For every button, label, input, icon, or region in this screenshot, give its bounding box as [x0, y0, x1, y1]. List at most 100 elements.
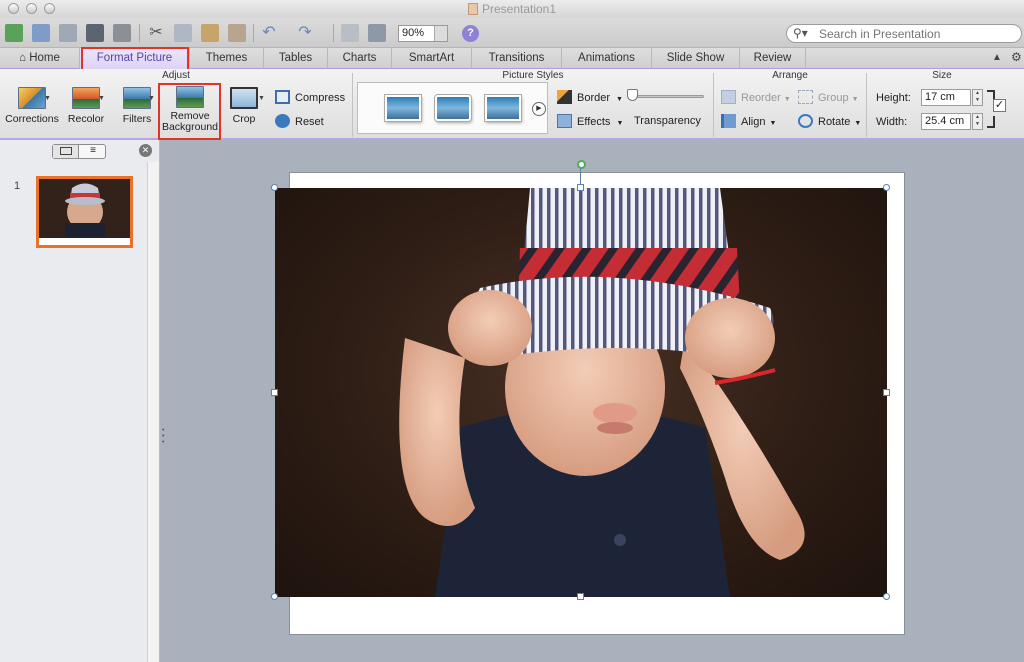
resize-handle-top[interactable] — [577, 184, 584, 191]
ribbon-options-icon[interactable]: ⚙ — [1011, 50, 1022, 64]
copy-icon[interactable] — [174, 24, 192, 42]
corrections-icon — [18, 87, 46, 109]
arrange-group-title: Arrange — [772, 70, 808, 81]
paste-icon[interactable] — [201, 24, 219, 42]
recolor-button[interactable]: Recolor — [62, 87, 110, 125]
align-button[interactable]: Align ▼ — [721, 114, 776, 128]
picture-style-1[interactable] — [385, 95, 421, 121]
print-icon[interactable] — [113, 24, 131, 42]
selected-picture[interactable] — [275, 188, 887, 597]
format-picture-highlight — [81, 47, 189, 71]
border-button[interactable]: Border ▼ — [557, 90, 623, 104]
resize-handle-bottom-right[interactable] — [883, 593, 890, 600]
effects-icon — [557, 114, 572, 128]
slides-panel-scrollbar[interactable] — [147, 162, 159, 662]
tab-themes[interactable]: Themes — [190, 48, 264, 69]
picture-style-3[interactable] — [485, 95, 521, 121]
tab-themes-label: Themes — [205, 52, 248, 64]
filters-button[interactable]: Filters — [114, 87, 160, 125]
recolor-dropdown-icon[interactable]: ▼ — [98, 95, 105, 102]
redo-icon[interactable]: ↷ — [296, 24, 314, 42]
resize-handle-bottom-left[interactable] — [271, 593, 278, 600]
tab-animations[interactable]: Animations — [562, 48, 652, 69]
filters-dropdown-icon[interactable]: ▼ — [148, 95, 155, 102]
transparency-slider[interactable] — [632, 95, 704, 98]
transparency-slider-handle[interactable] — [627, 89, 638, 101]
slide-thumbnail-image — [39, 179, 130, 238]
border-label: Border — [577, 92, 611, 104]
crop-button[interactable]: Crop — [224, 87, 264, 125]
tab-charts[interactable]: Charts — [328, 48, 392, 69]
format-painter-icon[interactable] — [228, 24, 246, 42]
panel-resize-handle[interactable]: • • • — [162, 427, 166, 446]
resize-handle-top-left[interactable] — [271, 184, 278, 191]
help-icon[interactable]: ? — [462, 25, 479, 42]
media-browser-icon[interactable] — [368, 24, 386, 42]
tab-home[interactable]: ⌂ Home — [0, 48, 80, 69]
tab-smartart[interactable]: SmartArt — [392, 48, 472, 69]
outline-view-icon: ≡ — [90, 145, 96, 156]
resize-handle-left[interactable] — [271, 389, 278, 396]
slide-view-icon[interactable] — [341, 24, 359, 42]
height-stepper[interactable]: ▲ ▼ — [972, 89, 983, 106]
tab-tables[interactable]: Tables — [264, 48, 328, 69]
reset-button[interactable]: Reset — [275, 114, 324, 128]
remove-background-highlight — [158, 83, 221, 140]
picture-style-2[interactable] — [435, 95, 471, 121]
zoom-dropdown-icon[interactable] — [434, 26, 447, 41]
corrections-button[interactable]: Corrections — [4, 87, 60, 125]
group-separator — [866, 73, 867, 137]
height-field[interactable]: 17 cm — [921, 89, 971, 106]
lock-aspect-ratio-checkbox[interactable]: ✓ — [993, 99, 1006, 112]
align-icon — [721, 114, 736, 128]
reorder-label: Reorder — [741, 92, 781, 104]
reorder-button[interactable]: Reorder ▼ — [721, 90, 791, 104]
search-box[interactable]: ⚲▾ — [786, 24, 1022, 43]
align-dropdown-icon: ▼ — [769, 120, 777, 127]
group-button[interactable]: Group ▼ — [798, 90, 859, 104]
resize-handle-bottom[interactable] — [577, 593, 584, 600]
save-icon[interactable] — [86, 24, 104, 42]
crop-dropdown-icon[interactable]: ▼ — [258, 95, 265, 102]
height-label: Height: — [876, 92, 911, 104]
group-icon — [798, 90, 813, 104]
open-icon[interactable] — [59, 24, 77, 42]
compress-button[interactable]: Compress — [275, 90, 345, 104]
templates-icon[interactable] — [32, 24, 50, 42]
border-dropdown-icon: ▼ — [616, 96, 623, 103]
aspect-chain-bottom-icon — [987, 116, 995, 128]
tab-transitions[interactable]: Transitions — [472, 48, 562, 69]
corrections-dropdown-icon[interactable]: ▼ — [44, 95, 51, 102]
view-toggle: ≡ — [52, 144, 106, 159]
collapse-ribbon-icon[interactable]: ▲ — [992, 52, 1002, 63]
standard-toolbar: ✂ ↶ ↷ 90% ? ⚲▾ — [0, 18, 1024, 48]
resize-handle-top-right[interactable] — [883, 184, 890, 191]
tab-smartart-label: SmartArt — [408, 52, 455, 64]
cut-icon[interactable]: ✂ — [147, 24, 165, 42]
effects-dropdown-icon: ▼ — [616, 120, 624, 127]
new-presentation-icon[interactable] — [5, 24, 23, 42]
tab-review[interactable]: Review — [740, 48, 806, 69]
zoom-value: 90% — [402, 27, 425, 39]
toolbar-separator — [253, 24, 254, 42]
resize-handle-right[interactable] — [883, 389, 890, 396]
close-panel-icon[interactable]: ✕ — [139, 144, 152, 157]
undo-icon[interactable]: ↶ — [260, 24, 278, 42]
outline-view-button[interactable]: ≡ — [80, 145, 106, 158]
width-stepper[interactable]: ▲ ▼ — [972, 113, 983, 130]
rotate-button[interactable]: Rotate ▼ — [798, 114, 861, 128]
tab-slide-show[interactable]: Slide Show — [652, 48, 740, 69]
slides-view-button[interactable] — [53, 145, 79, 158]
width-field[interactable]: 25.4 cm — [921, 113, 971, 130]
title-bar: Presentation1 — [0, 0, 1024, 18]
zoom-select[interactable]: 90% — [398, 25, 448, 42]
search-input[interactable] — [819, 27, 1015, 41]
rotate-handle[interactable] — [577, 160, 586, 169]
group-separator — [352, 73, 353, 137]
slide-thumbnail[interactable] — [36, 176, 133, 248]
rotate-label: Rotate — [818, 116, 851, 128]
home-icon: ⌂ — [19, 52, 30, 64]
effects-button[interactable]: Effects ▼ — [557, 114, 623, 128]
baby-photo — [399, 188, 805, 597]
more-styles-icon[interactable]: ▶ — [532, 102, 546, 116]
